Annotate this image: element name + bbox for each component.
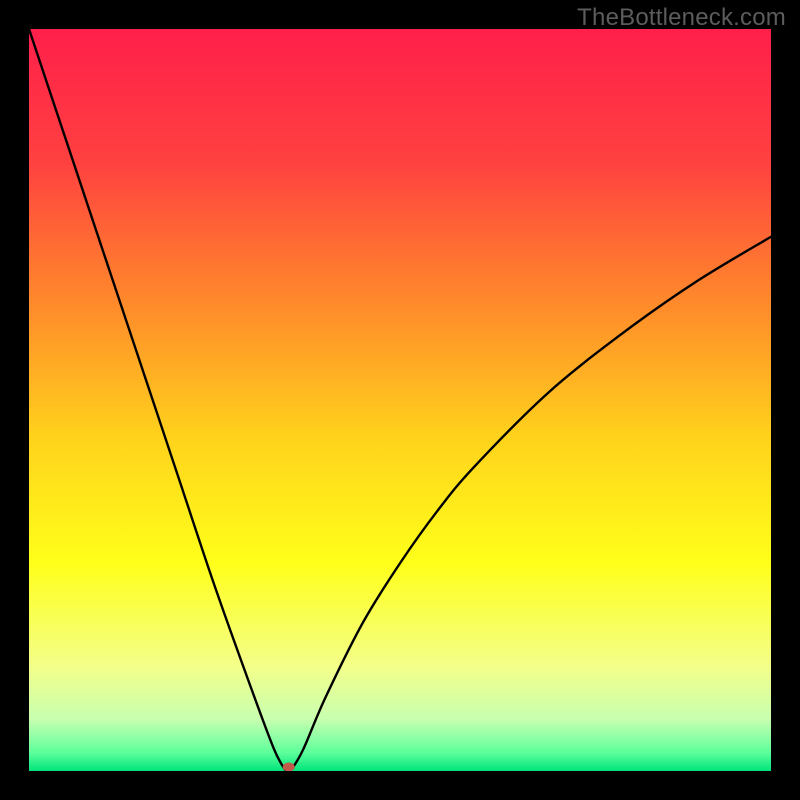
watermark-text: TheBottleneck.com (577, 4, 786, 32)
plot-area (29, 29, 771, 771)
bottleneck-chart (29, 29, 771, 771)
chart-frame: TheBottleneck.com (0, 0, 800, 800)
gradient-background (29, 29, 771, 771)
